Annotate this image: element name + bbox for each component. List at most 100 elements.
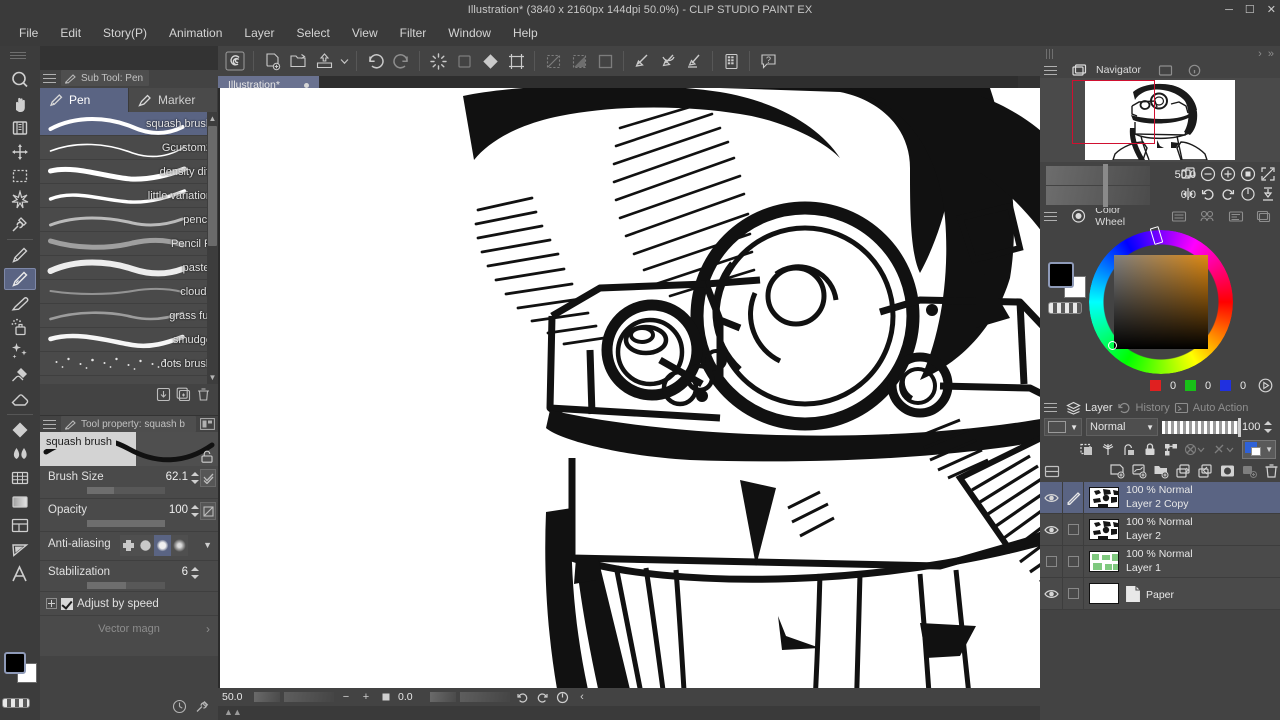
zoom-slider[interactable] [284,692,334,702]
layer-row[interactable]: 100 % NormalLayer 2 [1040,514,1280,546]
fill-tool[interactable] [0,418,40,442]
sub-tool-item[interactable]: squash brush [40,112,218,136]
rotate-left-icon[interactable] [514,690,530,704]
zoom-out-icon[interactable] [1200,166,1216,182]
foreground-color-swatch[interactable] [4,652,26,674]
tool-settings-icon[interactable] [200,418,215,430]
sub-tool-group-marker[interactable]: Marker [129,88,218,112]
sub-tool-group-pen[interactable]: Pen [40,88,129,112]
zoom-in-button[interactable]: + [358,690,374,704]
rotate-right-icon[interactable] [1220,186,1236,202]
menu-item-layer[interactable]: Layer [233,23,285,43]
layer-opacity-stepper[interactable] [1264,420,1273,434]
tab-history[interactable]: History [1117,401,1170,415]
color-indicator[interactable] [4,652,38,684]
fit-to-window-icon[interactable] [1180,166,1196,182]
navigator-thumbnail[interactable] [1040,78,1280,162]
new-vector-layer-icon[interactable] [1131,463,1148,479]
mask-color-icon[interactable] [1213,442,1237,457]
layer-visibility-toggle[interactable] [1040,588,1062,600]
opacity-stepper[interactable] [191,504,200,518]
clip-studio-logo-icon[interactable] [222,48,248,74]
layer-row[interactable]: 100 % NormalLayer 1 [1040,546,1280,578]
airbrush-tool[interactable] [0,315,40,339]
fill-icon[interactable] [477,48,503,74]
rotate-left-icon[interactable] [1200,186,1216,202]
scroll-up-icon[interactable]: ▲ [207,112,218,125]
mask-icon[interactable] [1100,442,1116,457]
flip-icon[interactable] [1180,186,1196,202]
ruler-tool[interactable] [0,538,40,562]
delete-sub-tool-icon[interactable] [196,387,211,402]
color-swatches[interactable] [1048,262,1082,296]
crop-icon[interactable] [503,48,529,74]
tool-property-menu-icon[interactable] [43,419,56,430]
undo-icon[interactable] [362,48,388,74]
align-icon[interactable] [1260,186,1276,202]
redo-icon[interactable] [388,48,414,74]
collapse-panel-icon[interactable] [1044,464,1060,479]
opacity-dynamics-button[interactable] [200,502,216,520]
layer-menu-icon[interactable] [1044,402,1057,413]
layer-visibility-toggle[interactable] [1040,492,1062,504]
clear-icon[interactable] [425,48,451,74]
frame-border-tool[interactable] [0,514,40,538]
clip-to-layer-icon[interactable] [1079,442,1095,457]
new-folder-icon[interactable] [1153,463,1170,479]
maximize-button[interactable]: ☐ [1245,5,1255,16]
chevron-right-icon[interactable]: › [206,622,210,636]
tab-auto-action[interactable]: Auto Action [1174,401,1249,415]
sub-tool-item[interactable]: little variation [40,184,218,208]
brush-tool[interactable] [0,291,40,315]
layer-row[interactable]: 100 % NormalLayer 2 Copy [1040,482,1280,514]
anti-aliasing-buttons[interactable] [120,535,188,556]
merge-down-icon[interactable] [1197,463,1214,479]
blend-mode-select[interactable]: Normal ▼ [1086,418,1158,436]
figure-tool[interactable] [0,490,40,514]
duplicate-sub-tool-icon[interactable] [176,387,191,402]
save-file-icon[interactable] [311,48,337,74]
foreground-color-swatch[interactable] [1048,262,1074,288]
close-button[interactable]: ✕ [1267,5,1276,16]
layer-draw-target-toggle[interactable] [1062,482,1084,514]
saturation-value-box[interactable] [1114,255,1208,349]
opacity-slider[interactable] [87,520,165,527]
sub-tool-item[interactable]: smudge [40,328,218,352]
rotate-right-icon[interactable] [534,690,550,704]
select-all-icon[interactable] [592,48,618,74]
lock-layer-icon[interactable] [1142,442,1158,457]
decoration-tool[interactable] [0,339,40,363]
reset-rotation-icon[interactable] [554,690,570,704]
new-file-icon[interactable] [259,48,285,74]
palette-expand-icons[interactable]: › » [1258,48,1274,60]
layer-mask-icon[interactable] [1219,463,1236,479]
adjust-by-speed-row[interactable]: Adjust by speed [40,592,218,616]
transparent-color-swatch[interactable] [2,698,30,708]
apply-color-icon[interactable] [1258,378,1273,393]
sub-tool-item[interactable]: density diff [40,160,218,184]
auto-select-tool[interactable] [0,188,40,212]
color-wheel-tab-icon[interactable] [1067,209,1091,223]
anti-aliasing-option-medium[interactable] [154,535,171,556]
navigator-viewport-rect[interactable] [1072,80,1155,144]
invert-selection-icon[interactable] [566,48,592,74]
ruler-snap-icon[interactable] [629,48,655,74]
minimize-button[interactable]: ─ [1225,5,1233,16]
draw-color-icon[interactable]: ▼ [1242,440,1276,459]
navigator-menu-icon[interactable] [1044,65,1057,76]
sub-tool-scrollbar[interactable]: ▲ ▼ [207,112,218,384]
menu-item-animation[interactable]: Animation [158,23,233,43]
sub-tool-item[interactable]: Gcustom2 [40,136,218,160]
layer-visibility-toggle[interactable] [1040,556,1062,567]
layer-row[interactable]: Paper [1040,578,1280,610]
fit-to-screen-icon[interactable] [378,690,394,704]
layer-opacity-slider[interactable] [1162,421,1238,434]
menu-item-view[interactable]: View [341,23,389,43]
delete-layer-icon[interactable] [1263,463,1280,479]
menu-item-edit[interactable]: Edit [49,23,92,43]
anti-aliasing-option-none[interactable] [120,535,137,556]
rotation-slider[interactable] [460,692,510,702]
saturation-value-marker[interactable] [1108,341,1117,350]
palette-grip[interactable] [10,52,26,60]
color-slider-icon[interactable] [1167,209,1191,223]
